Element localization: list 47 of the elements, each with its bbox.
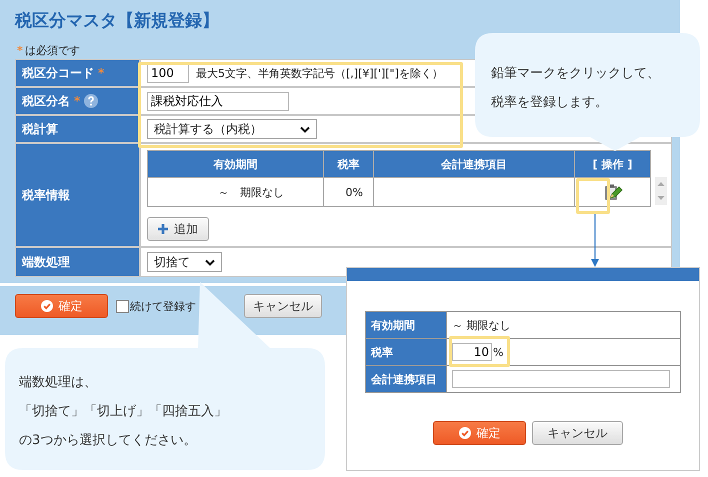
highlight-frame — [449, 336, 510, 367]
table-cell: 0% — [324, 178, 373, 206]
required-mark: * — [17, 44, 23, 56]
column-header: 会計連携項目 — [374, 151, 574, 177]
unit-label: % — [493, 346, 504, 358]
field-label: 税区分名 — [22, 92, 70, 110]
cancel-button[interactable]: キャンセル — [244, 294, 322, 318]
field-hint: 最大5文字、半角英数字記号（[,][¥][']["]を除く） — [196, 66, 443, 80]
field-label: 端数処理 — [22, 254, 70, 270]
plus-icon — [158, 224, 168, 234]
text-field[interactable] — [452, 370, 670, 388]
arrow — [590, 212, 600, 267]
required-mark: * — [98, 66, 104, 80]
field-label: 税区分コード — [22, 64, 94, 82]
edit-icon[interactable] — [602, 183, 622, 201]
check-icon — [40, 300, 52, 312]
text-field[interactable]: 10 — [452, 343, 492, 361]
add-button[interactable]: 追加 — [147, 217, 209, 241]
checkbox[interactable] — [116, 300, 129, 312]
column-header: 有効期間 — [148, 151, 323, 177]
required-note: は必須です — [24, 42, 80, 58]
help-icon[interactable] — [84, 94, 98, 108]
highlight-frame — [576, 178, 610, 214]
field-label: 税計算 — [22, 120, 58, 138]
column-header: 税率 — [324, 151, 373, 177]
field-value: ～ 期限なし — [452, 318, 510, 332]
dropdown[interactable]: 税計算する（内税） — [147, 119, 317, 139]
scroll-down-icon[interactable] — [657, 195, 665, 201]
callout-text: 端数処理は、 「切捨て」「切上げ」「四捨五入」 の3つから選択してください。 — [19, 374, 227, 450]
field-label: 税率 — [366, 339, 446, 365]
scrollbar[interactable] — [655, 177, 667, 205]
dropdown[interactable]: 切捨て — [147, 252, 222, 272]
field-label: 有効期間 — [366, 312, 446, 338]
table-cell: ～ 期限なし — [148, 178, 323, 206]
cancel-button[interactable]: キャンセル — [532, 421, 623, 445]
caret-icon — [205, 258, 215, 266]
field-label: 税率情報 — [22, 186, 70, 204]
page-title: 税区分マスタ【新規登録】 — [14, 10, 219, 30]
text-field[interactable]: 課税対応仕入 — [147, 92, 289, 110]
callout-text: 鉛筆マークをクリックして、 税率を登録します。 — [491, 65, 660, 112]
checkbox-label: 続けて登録す — [130, 298, 196, 314]
scroll-up-icon[interactable] — [657, 181, 665, 187]
field-label: 会計連携項目 — [366, 366, 446, 392]
column-header: [ 操作 ] — [575, 151, 650, 177]
required-mark: * — [74, 94, 80, 108]
caret-icon — [300, 126, 310, 132]
check-icon — [458, 427, 470, 439]
